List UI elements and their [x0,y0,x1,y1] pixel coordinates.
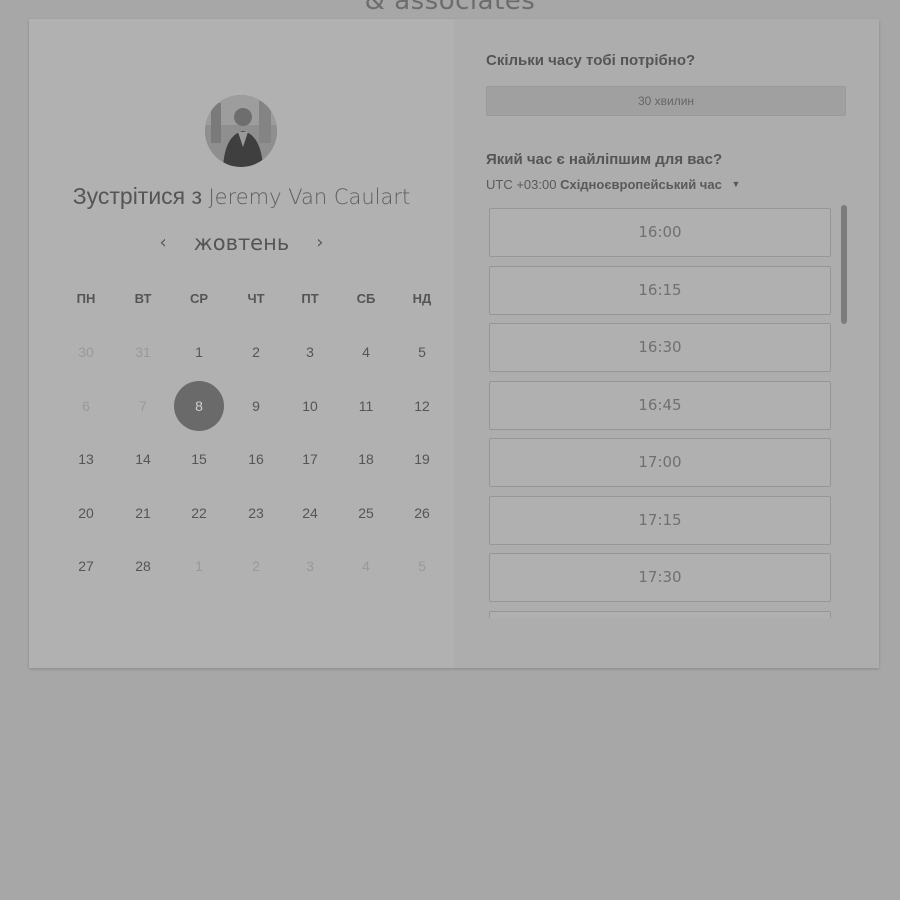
timezone-name: Східноєвропейський час [560,177,722,192]
calendar-day[interactable]: 11 [341,381,391,431]
calendar-day: 4 [362,558,370,574]
weekday-label: НД [412,291,432,306]
duration-selector[interactable]: 30 хвилин [486,86,846,116]
calendar-day: 3 [306,558,314,574]
calendar-day[interactable]: 22 [174,488,224,538]
meeting-title: Зустрітися з Jeremy Van Caulart [29,183,454,210]
weekday-label: ВТ [134,291,152,306]
brand-logo-text: & associates [364,0,536,16]
time-question: Який час є найліпшим для вас? [486,151,723,168]
calendar-day: 31 [135,344,151,360]
calendar-day[interactable]: 20 [61,488,111,538]
calendar-day: 5 [418,558,426,574]
host-name: Jeremy Van Caulart [208,185,411,209]
calendar-day[interactable]: 4 [341,327,391,377]
calendar-day[interactable]: 28 [118,541,168,591]
calendar-day[interactable]: 15 [174,434,224,484]
calendar-day[interactable]: 24 [285,488,335,538]
calendar-day: 7 [139,398,147,414]
calendar-day[interactable]: 12 [397,381,447,431]
calendar-day-selected[interactable]: 8 [174,381,224,431]
chevron-right-icon[interactable]: › [310,232,330,253]
weekday-label: СР [189,291,209,306]
time-slot-button[interactable]: 16:30 [489,323,831,372]
time-slot-list: 16:00 16:15 16:30 16:45 17:00 17:15 17:30 [489,208,832,618]
weekday-label: ПТ [301,291,319,306]
calendar-panel: Зустрітися з Jeremy Van Caulart ‹ жовтен… [29,19,454,668]
calendar-day[interactable]: 21 [118,488,168,538]
calendar-day[interactable]: 17 [285,434,335,484]
calendar-day[interactable]: 18 [341,434,391,484]
host-avatar [205,95,277,167]
title-prefix: Зустрітися з [72,183,203,209]
calendar-day[interactable]: 5 [397,327,447,377]
time-slot-button[interactable]: 17:30 [489,553,831,602]
time-slot-button[interactable] [489,610,831,618]
calendar-day[interactable]: 9 [231,381,281,431]
booking-card: Зустрітися з Jeremy Van Caulart ‹ жовтен… [29,19,879,668]
weekday-label: ЧТ [247,291,265,306]
calendar-day: 2 [252,558,260,574]
duration-question: Скільки часу тобі потрібно? [486,52,696,69]
timezone-selector[interactable]: UTC +03:00 Східноєвропейський час ▼ [486,177,740,192]
caret-down-icon: ▼ [731,179,741,189]
calendar-day[interactable]: 2 [231,327,281,377]
timezone-offset: UTC +03:00 [486,177,557,192]
time-panel: Скільки часу тобі потрібно? 30 хвилин Як… [454,19,879,668]
person-photo-icon [205,95,277,167]
month-navigation: ‹ жовтень › [29,231,454,255]
calendar-day[interactable]: 16 [231,434,281,484]
calendar-day[interactable]: 1 [174,327,224,377]
weekday-label: ПН [76,291,96,306]
time-slot-button[interactable]: 17:15 [489,495,831,545]
time-slot-button[interactable]: 16:00 [489,208,831,257]
calendar-day[interactable]: 3 [285,327,335,377]
time-slot-button[interactable]: 17:00 [489,438,831,487]
calendar-day[interactable]: 10 [285,381,335,431]
time-slot-button[interactable]: 16:45 [489,380,831,430]
calendar-day[interactable]: 19 [397,434,447,484]
calendar-day[interactable]: 13 [61,434,111,484]
weekday-label: СБ [356,291,376,306]
calendar-day[interactable]: 26 [397,488,447,538]
calendar-day[interactable]: 23 [231,488,281,538]
current-month: жовтень [193,231,290,255]
calendar-day[interactable]: 14 [118,434,168,484]
time-slot-button[interactable]: 16:15 [489,265,831,315]
calendar-day[interactable]: 27 [61,541,111,591]
chevron-left-icon[interactable]: ‹ [153,232,173,253]
slot-list-scrollbar[interactable] [841,205,847,324]
calendar-day[interactable]: 25 [341,488,391,538]
calendar-day: 6 [82,398,90,414]
calendar-day: 30 [78,344,94,360]
calendar-day: 1 [195,558,203,574]
